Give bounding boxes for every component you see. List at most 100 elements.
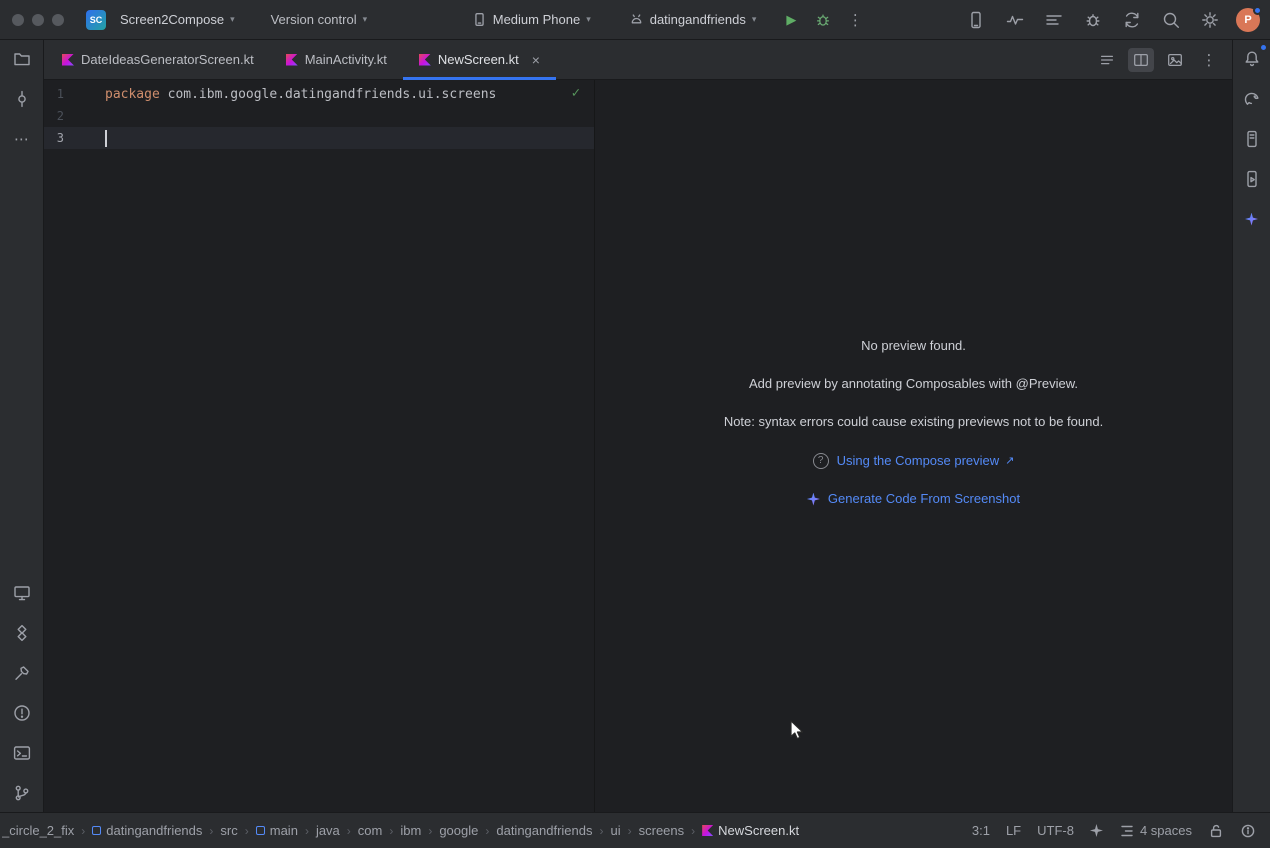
breadcrumb-label: ibm	[400, 823, 421, 838]
breadcrumb-separator-icon: ›	[245, 824, 249, 838]
encoding-widget[interactable]: UTF-8	[1037, 823, 1074, 838]
version-control-tool-button[interactable]	[8, 779, 36, 807]
preview-docs-row: ? Using the Compose preview ↗	[813, 450, 1015, 471]
breadcrumb-item[interactable]: ui	[611, 823, 621, 838]
commit-tool-button[interactable]	[8, 85, 36, 113]
breadcrumb-label: google	[439, 823, 478, 838]
breadcrumb-item[interactable]: google	[439, 823, 478, 838]
line-number[interactable]: 3	[44, 131, 64, 145]
project-tool-button[interactable]	[8, 45, 36, 73]
breadcrumb-item[interactable]: com	[358, 823, 383, 838]
workspace: ⋯	[0, 40, 1270, 812]
device-manager-button[interactable]	[963, 7, 989, 33]
chevron-down-icon: ▾	[752, 14, 757, 25]
device-explorer-tool-button[interactable]	[1238, 125, 1266, 153]
device-explorer-icon	[1242, 129, 1262, 149]
minimize-window-button[interactable]	[32, 14, 44, 26]
breadcrumb-item[interactable]: main	[256, 823, 298, 838]
inspections-widget[interactable]	[1240, 823, 1256, 839]
statusbar-widgets: 3:1 LF UTF-8 4 spaces	[972, 823, 1256, 839]
notification-dot	[1253, 6, 1262, 15]
breadcrumb-separator-icon: ›	[691, 824, 695, 838]
kotlin-file-icon	[286, 54, 298, 66]
preview-generate-row: Generate Code From Screenshot	[807, 489, 1020, 509]
logcat-button[interactable]	[1041, 7, 1067, 33]
search-everywhere-button[interactable]	[1158, 7, 1184, 33]
device-selector[interactable]: Medium Phone ▾	[464, 7, 599, 32]
run-button[interactable]: ▶	[778, 7, 804, 33]
more-run-actions-button[interactable]: ⋮	[842, 7, 868, 33]
breadcrumb-item-current[interactable]: NewScreen.kt	[702, 823, 799, 838]
ai-assistant-widget[interactable]	[1090, 824, 1103, 837]
compose-preview-docs-link[interactable]: Using the Compose preview	[837, 451, 1000, 471]
design-view-button[interactable]	[1162, 48, 1188, 72]
project-selector[interactable]: Screen2Compose ▾	[112, 7, 243, 32]
build-hammer-icon	[12, 663, 32, 683]
kotlin-file-icon	[62, 54, 74, 66]
android-studio-window: SC Screen2Compose ▾ Version control ▾ Me…	[0, 0, 1270, 848]
gemini-icon	[1245, 213, 1258, 226]
resource-manager-tool-button[interactable]	[8, 619, 36, 647]
close-window-button[interactable]	[12, 14, 24, 26]
line-number[interactable]: 1	[44, 87, 64, 101]
indent-widget[interactable]: 4 spaces	[1119, 823, 1192, 839]
generate-code-from-screenshot-link[interactable]: Generate Code From Screenshot	[828, 489, 1020, 509]
debug-button[interactable]	[810, 7, 836, 33]
line-ending-widget[interactable]: LF	[1006, 823, 1021, 838]
more-vertical-icon: ⋮	[848, 11, 863, 29]
breadcrumb-item[interactable]: ibm	[400, 823, 421, 838]
breadcrumb-item[interactable]: datingandfriends	[496, 823, 592, 838]
tab-newscreen[interactable]: NewScreen.kt ×	[403, 40, 556, 79]
tabbar-spacer	[556, 40, 1094, 79]
settings-button[interactable]	[1197, 7, 1223, 33]
gemini-sparkle-icon	[807, 493, 820, 506]
breadcrumb-label: java	[316, 823, 340, 838]
profiler-button[interactable]	[1002, 7, 1028, 33]
editor-options-button[interactable]: ⋮	[1196, 48, 1222, 72]
tab-dateideasgeneratorscreen[interactable]: DateIdeasGeneratorScreen.kt	[46, 40, 270, 79]
problems-tool-button[interactable]	[8, 699, 36, 727]
tab-label: MainActivity.kt	[305, 52, 387, 67]
help-icon[interactable]: ?	[813, 453, 829, 469]
run-configuration-selector[interactable]: datingandfriends ▾	[621, 7, 765, 32]
project-badge-icon: SC	[86, 10, 106, 30]
breadcrumb-item[interactable]: datingandfriends	[92, 823, 202, 838]
code-view-button[interactable]	[1094, 48, 1120, 72]
tab-mainactivity[interactable]: MainActivity.kt	[270, 40, 403, 79]
notifications-button[interactable]	[1238, 45, 1266, 73]
gemini-tool-button[interactable]	[1238, 205, 1266, 233]
split-view-icon	[1132, 51, 1150, 69]
user-avatar[interactable]: P	[1236, 8, 1260, 32]
chevron-down-icon: ▾	[586, 14, 591, 25]
breadcrumb-label: _circle_2_fix	[2, 823, 74, 838]
terminal-tool-button[interactable]	[8, 739, 36, 767]
close-tab-icon[interactable]: ×	[532, 52, 540, 68]
build-tool-button[interactable]	[8, 659, 36, 687]
version-control-selector[interactable]: Version control ▾	[263, 7, 376, 32]
breadcrumb-item[interactable]: java	[316, 823, 340, 838]
file-lock-widget[interactable]	[1208, 823, 1224, 839]
editor-area: DateIdeasGeneratorScreen.kt MainActivity…	[44, 40, 1232, 812]
breadcrumb-separator-icon: ›	[389, 824, 393, 838]
encoding: UTF-8	[1037, 823, 1074, 838]
maximize-window-button[interactable]	[52, 14, 64, 26]
compose-preview-panel: No preview found. Add preview by annotat…	[595, 80, 1232, 812]
split-view-button[interactable]	[1128, 48, 1154, 72]
breadcrumb-separator-icon: ›	[209, 824, 213, 838]
sync-project-button[interactable]	[1119, 7, 1145, 33]
inspections-status-icon[interactable]: ✓	[572, 85, 580, 101]
line-number[interactable]: 2	[44, 109, 64, 123]
caret-position-widget[interactable]: 3:1	[972, 823, 990, 838]
app-quality-insights-button[interactable]	[1080, 7, 1106, 33]
profiler-icon	[1005, 10, 1025, 30]
more-tool-windows-button[interactable]: ⋯	[8, 125, 36, 153]
kotlin-file-icon	[419, 54, 431, 66]
breadcrumb-item[interactable]: src	[220, 823, 237, 838]
code-editor[interactable]: 1 package com.ibm.google.datingandfriend…	[44, 80, 595, 812]
gradle-tool-button[interactable]	[1238, 85, 1266, 113]
running-devices-tool-button[interactable]	[1238, 165, 1266, 193]
layout-inspector-tool-button[interactable]	[8, 579, 36, 607]
breadcrumb-item[interactable]: screens	[639, 823, 685, 838]
caret-position: 3:1	[972, 823, 990, 838]
breadcrumb-item[interactable]: _circle_2_fix	[2, 823, 74, 838]
